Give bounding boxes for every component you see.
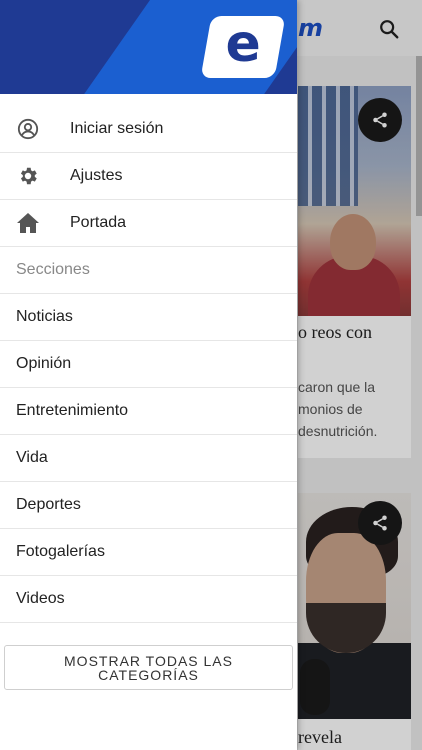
section-item-label: Noticias [16, 308, 73, 325]
show-all-categories-button[interactable]: MOSTRAR TODAS LAS CATEGORÍAS [4, 645, 293, 690]
section-item-entretenimiento[interactable]: Entretenimiento [0, 388, 297, 435]
menu-item-label: Portada [70, 214, 127, 231]
menu-item-label: Iniciar sesión [70, 120, 164, 137]
drawer-menu: Iniciar sesión Ajustes Portada Secciones… [0, 106, 297, 623]
section-item-opinion[interactable]: Opinión [0, 341, 297, 388]
section-item-label: Fotogalerías [16, 543, 105, 560]
sections-heading-label: Secciones [16, 261, 90, 278]
menu-item-login[interactable]: Iniciar sesión [0, 106, 297, 153]
home-icon [16, 211, 40, 235]
section-item-vida[interactable]: Vida [0, 435, 297, 482]
section-item-label: Videos [16, 590, 65, 607]
section-item-deportes[interactable]: Deportes [0, 482, 297, 529]
user-circle-icon [16, 117, 40, 141]
drawer-header: e [0, 0, 297, 94]
navigation-drawer: e Iniciar sesión Ajustes Portada Seccion… [0, 0, 297, 750]
section-item-label: Entretenimiento [16, 402, 129, 419]
gear-icon [16, 164, 40, 188]
brand-logo[interactable]: e [200, 14, 286, 78]
menu-item-home[interactable]: Portada [0, 200, 297, 247]
section-item-label: Deportes [16, 496, 81, 513]
menu-item-label: Ajustes [70, 167, 123, 184]
section-item-videos[interactable]: Videos [0, 576, 297, 623]
section-item-fotogalerias[interactable]: Fotogalerías [0, 529, 297, 576]
section-item-label: Opinión [16, 355, 72, 372]
brand-logo-letter: e [225, 14, 262, 74]
sections-heading: Secciones [0, 247, 297, 294]
section-item-label: Vida [16, 449, 48, 466]
section-item-noticias[interactable]: Noticias [0, 294, 297, 341]
menu-item-settings[interactable]: Ajustes [0, 153, 297, 200]
